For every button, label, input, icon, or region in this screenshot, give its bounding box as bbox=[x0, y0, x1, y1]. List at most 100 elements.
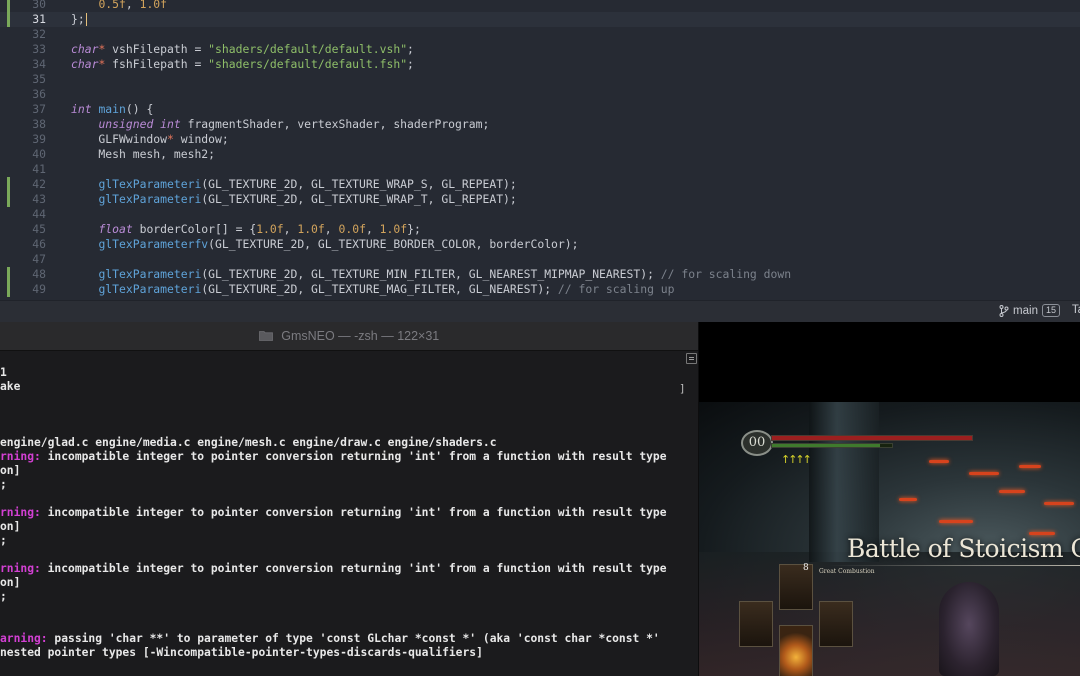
code-line[interactable]: 38 unsigned int fragmentShader, vertexSh… bbox=[0, 117, 1080, 132]
code-line[interactable]: 48 glTexParameteri(GL_TEXTURE_2D, GL_TEX… bbox=[0, 267, 1080, 282]
ember bbox=[999, 490, 1025, 493]
code-text[interactable]: int main() { bbox=[71, 102, 153, 117]
git-branch-icon bbox=[999, 304, 1009, 317]
terminal-line: 1 bbox=[0, 366, 7, 380]
code-line[interactable]: 47 bbox=[0, 252, 1080, 267]
code-line[interactable]: 33 char* vshFilepath = "shaders/default/d… bbox=[0, 42, 1080, 57]
terminal-line-text: incompatible integer to pointer conversi… bbox=[40, 562, 667, 575]
terminal-title-bar[interactable]: GmsNEO — -zsh — 122×31 bbox=[0, 322, 698, 351]
ember bbox=[1044, 502, 1074, 505]
code-text[interactable]: float borderColor[] = {1.0f, 1.0f, 0.0f,… bbox=[71, 222, 420, 237]
status-bar-tab-size[interactable]: Ta bbox=[1072, 304, 1080, 316]
code-line[interactable]: 37 int main() { bbox=[0, 102, 1080, 117]
terminal-line-text: ake bbox=[0, 380, 21, 393]
terminal-scrollbar[interactable] bbox=[685, 351, 697, 676]
warning-label: rning: bbox=[0, 506, 41, 519]
terminal-line: ; bbox=[0, 590, 7, 604]
line-number: 36 bbox=[32, 87, 46, 101]
code-line[interactable]: 34 char* fshFilepath = "shaders/default/d… bbox=[0, 57, 1080, 72]
code-line[interactable]: 40 Mesh mesh, mesh2; bbox=[0, 147, 1080, 162]
item-slot-right-sword bbox=[819, 601, 853, 647]
terminal-line-text: nested pointer types [-Wincompatible-poi… bbox=[0, 646, 483, 659]
code-line[interactable]: 49 glTexParameteri(GL_TEXTURE_2D, GL_TEX… bbox=[0, 282, 1080, 297]
line-number: 33 bbox=[32, 42, 46, 56]
folder-icon bbox=[258, 331, 273, 341]
code-text[interactable]: glTexParameteri(GL_TEXTURE_2D, GL_TEXTUR… bbox=[71, 177, 516, 192]
code-line[interactable]: 35 bbox=[0, 72, 1080, 87]
line-number: 39 bbox=[32, 132, 46, 146]
warning-label: rning: bbox=[0, 562, 41, 575]
terminal-line: on] bbox=[0, 520, 20, 534]
stamina-bar bbox=[771, 443, 893, 448]
code-text[interactable]: 0.5f, 1.0f bbox=[71, 0, 167, 12]
code-line[interactable]: 46 glTexParameterfv(GL_TEXTURE_2D, GL_TE… bbox=[0, 237, 1080, 252]
scroll-menu-icon[interactable] bbox=[686, 353, 697, 364]
terminal-line: rning: incompatible integer to pointer c… bbox=[0, 562, 667, 576]
terminal-window[interactable]: GmsNEO — -zsh — 122×31 1 ake engine/glad.c… bbox=[0, 322, 699, 676]
line-number: 44 bbox=[32, 207, 46, 221]
ember bbox=[939, 520, 973, 523]
terminal-line: ; bbox=[0, 478, 7, 492]
terminal-line-text: on] bbox=[0, 464, 21, 477]
terminal-line: engine/glad.c engine/media.c engine/mesh… bbox=[0, 436, 497, 450]
terminal-output[interactable]: 1 ake engine/glad.c engine/media.c engine/… bbox=[0, 351, 684, 676]
terminal-line-text: passing 'char **' to parameter of type '… bbox=[47, 632, 660, 645]
line-number: 35 bbox=[32, 72, 46, 86]
code-text[interactable]: char* vshFilepath = "shaders/default/def… bbox=[71, 42, 414, 57]
terminal-line: on] bbox=[0, 464, 20, 478]
hp-bar-fill bbox=[772, 436, 972, 440]
code-text[interactable]: char* fshFilepath = "shaders/default/def… bbox=[71, 57, 414, 72]
git-branch-indicator[interactable]: main 15 bbox=[999, 304, 1060, 317]
code-text[interactable]: glTexParameteri(GL_TEXTURE_2D, GL_TEXTUR… bbox=[71, 267, 791, 282]
item-label: Great Combustion bbox=[819, 568, 875, 575]
terminal-line: rning: incompatible integer to pointer c… bbox=[0, 450, 667, 464]
code-text[interactable]: Mesh mesh, mesh2; bbox=[71, 147, 215, 162]
game-window[interactable]: 00 ↑↑↑↑ Battle of Stoicism Gazeb 8 Great… bbox=[699, 322, 1080, 676]
code-line[interactable]: 36 bbox=[0, 87, 1080, 102]
editor-status-bar: main 15 Ta bbox=[0, 300, 1080, 322]
terminal-title: GmsNEO — -zsh — 122×31 bbox=[281, 329, 440, 343]
area-name-underline bbox=[829, 565, 1080, 566]
code-line[interactable]: 41 bbox=[0, 162, 1080, 177]
code-line[interactable]: 45 float borderColor[] = {1.0f, 1.0f, 0.… bbox=[0, 222, 1080, 237]
code-line[interactable]: 43 glTexParameteri(GL_TEXTURE_2D, GL_TEX… bbox=[0, 192, 1080, 207]
git-changes-badge: 15 bbox=[1041, 304, 1060, 317]
code-line[interactable]: 30 0.5f, 1.0f bbox=[0, 0, 1080, 12]
game-scene: 00 ↑↑↑↑ Battle of Stoicism Gazeb 8 Great… bbox=[699, 402, 1080, 676]
code-line[interactable]: 44 bbox=[0, 207, 1080, 222]
line-number: 48 bbox=[32, 267, 46, 281]
code-line[interactable]: 31}; bbox=[0, 12, 1080, 27]
code-editor[interactable]: 30 0.5f, 1.0f 31}; 32 33 char* vshFilepath =… bbox=[0, 0, 1080, 300]
code-text[interactable]: glTexParameterfv(GL_TEXTURE_2D, GL_TEXTU… bbox=[71, 237, 578, 252]
terminal-line: ; bbox=[0, 534, 7, 548]
code-line[interactable]: 42 glTexParameteri(GL_TEXTURE_2D, GL_TEX… bbox=[0, 177, 1080, 192]
warning-label: arning: bbox=[0, 632, 48, 645]
line-number: 46 bbox=[32, 237, 46, 251]
code-text[interactable]: unsigned int fragmentShader, vertexShade… bbox=[71, 117, 489, 132]
terminal-line-text: 1 bbox=[0, 366, 7, 379]
ember bbox=[899, 498, 917, 501]
line-number: 47 bbox=[32, 252, 46, 266]
line-number: 42 bbox=[32, 177, 46, 191]
git-branch-name: main bbox=[1013, 304, 1038, 317]
code-text[interactable]: }; bbox=[71, 12, 87, 27]
code-text[interactable]: GLFWwindow* window; bbox=[71, 132, 228, 147]
code-text[interactable]: glTexParameteri(GL_TEXTURE_2D, GL_TEXTUR… bbox=[71, 282, 674, 297]
line-number: 34 bbox=[32, 57, 46, 71]
warning-label: rning: bbox=[0, 450, 41, 463]
terminal-line-text: ; bbox=[0, 534, 7, 547]
code-line[interactable]: 32 bbox=[0, 27, 1080, 42]
terminal-line-text: on] bbox=[0, 576, 21, 589]
buff-arrows-icon: ↑↑↑↑ bbox=[781, 453, 812, 466]
terminal-line-text: incompatible integer to pointer conversi… bbox=[40, 450, 667, 463]
ember bbox=[1019, 465, 1041, 468]
code-line[interactable]: 39 GLFWwindow* window; bbox=[0, 132, 1080, 147]
ember bbox=[929, 460, 949, 463]
terminal-line-text: on] bbox=[0, 520, 21, 533]
terminal-line: rning: incompatible integer to pointer c… bbox=[0, 506, 667, 520]
code-text[interactable]: glTexParameteri(GL_TEXTURE_2D, GL_TEXTUR… bbox=[71, 192, 516, 207]
terminal-line-text: engine/glad.c engine/media.c engine/mesh… bbox=[0, 436, 497, 449]
ember bbox=[969, 472, 999, 475]
item-slot-bottom-estus bbox=[779, 625, 813, 676]
item-count: 8 bbox=[803, 563, 809, 573]
